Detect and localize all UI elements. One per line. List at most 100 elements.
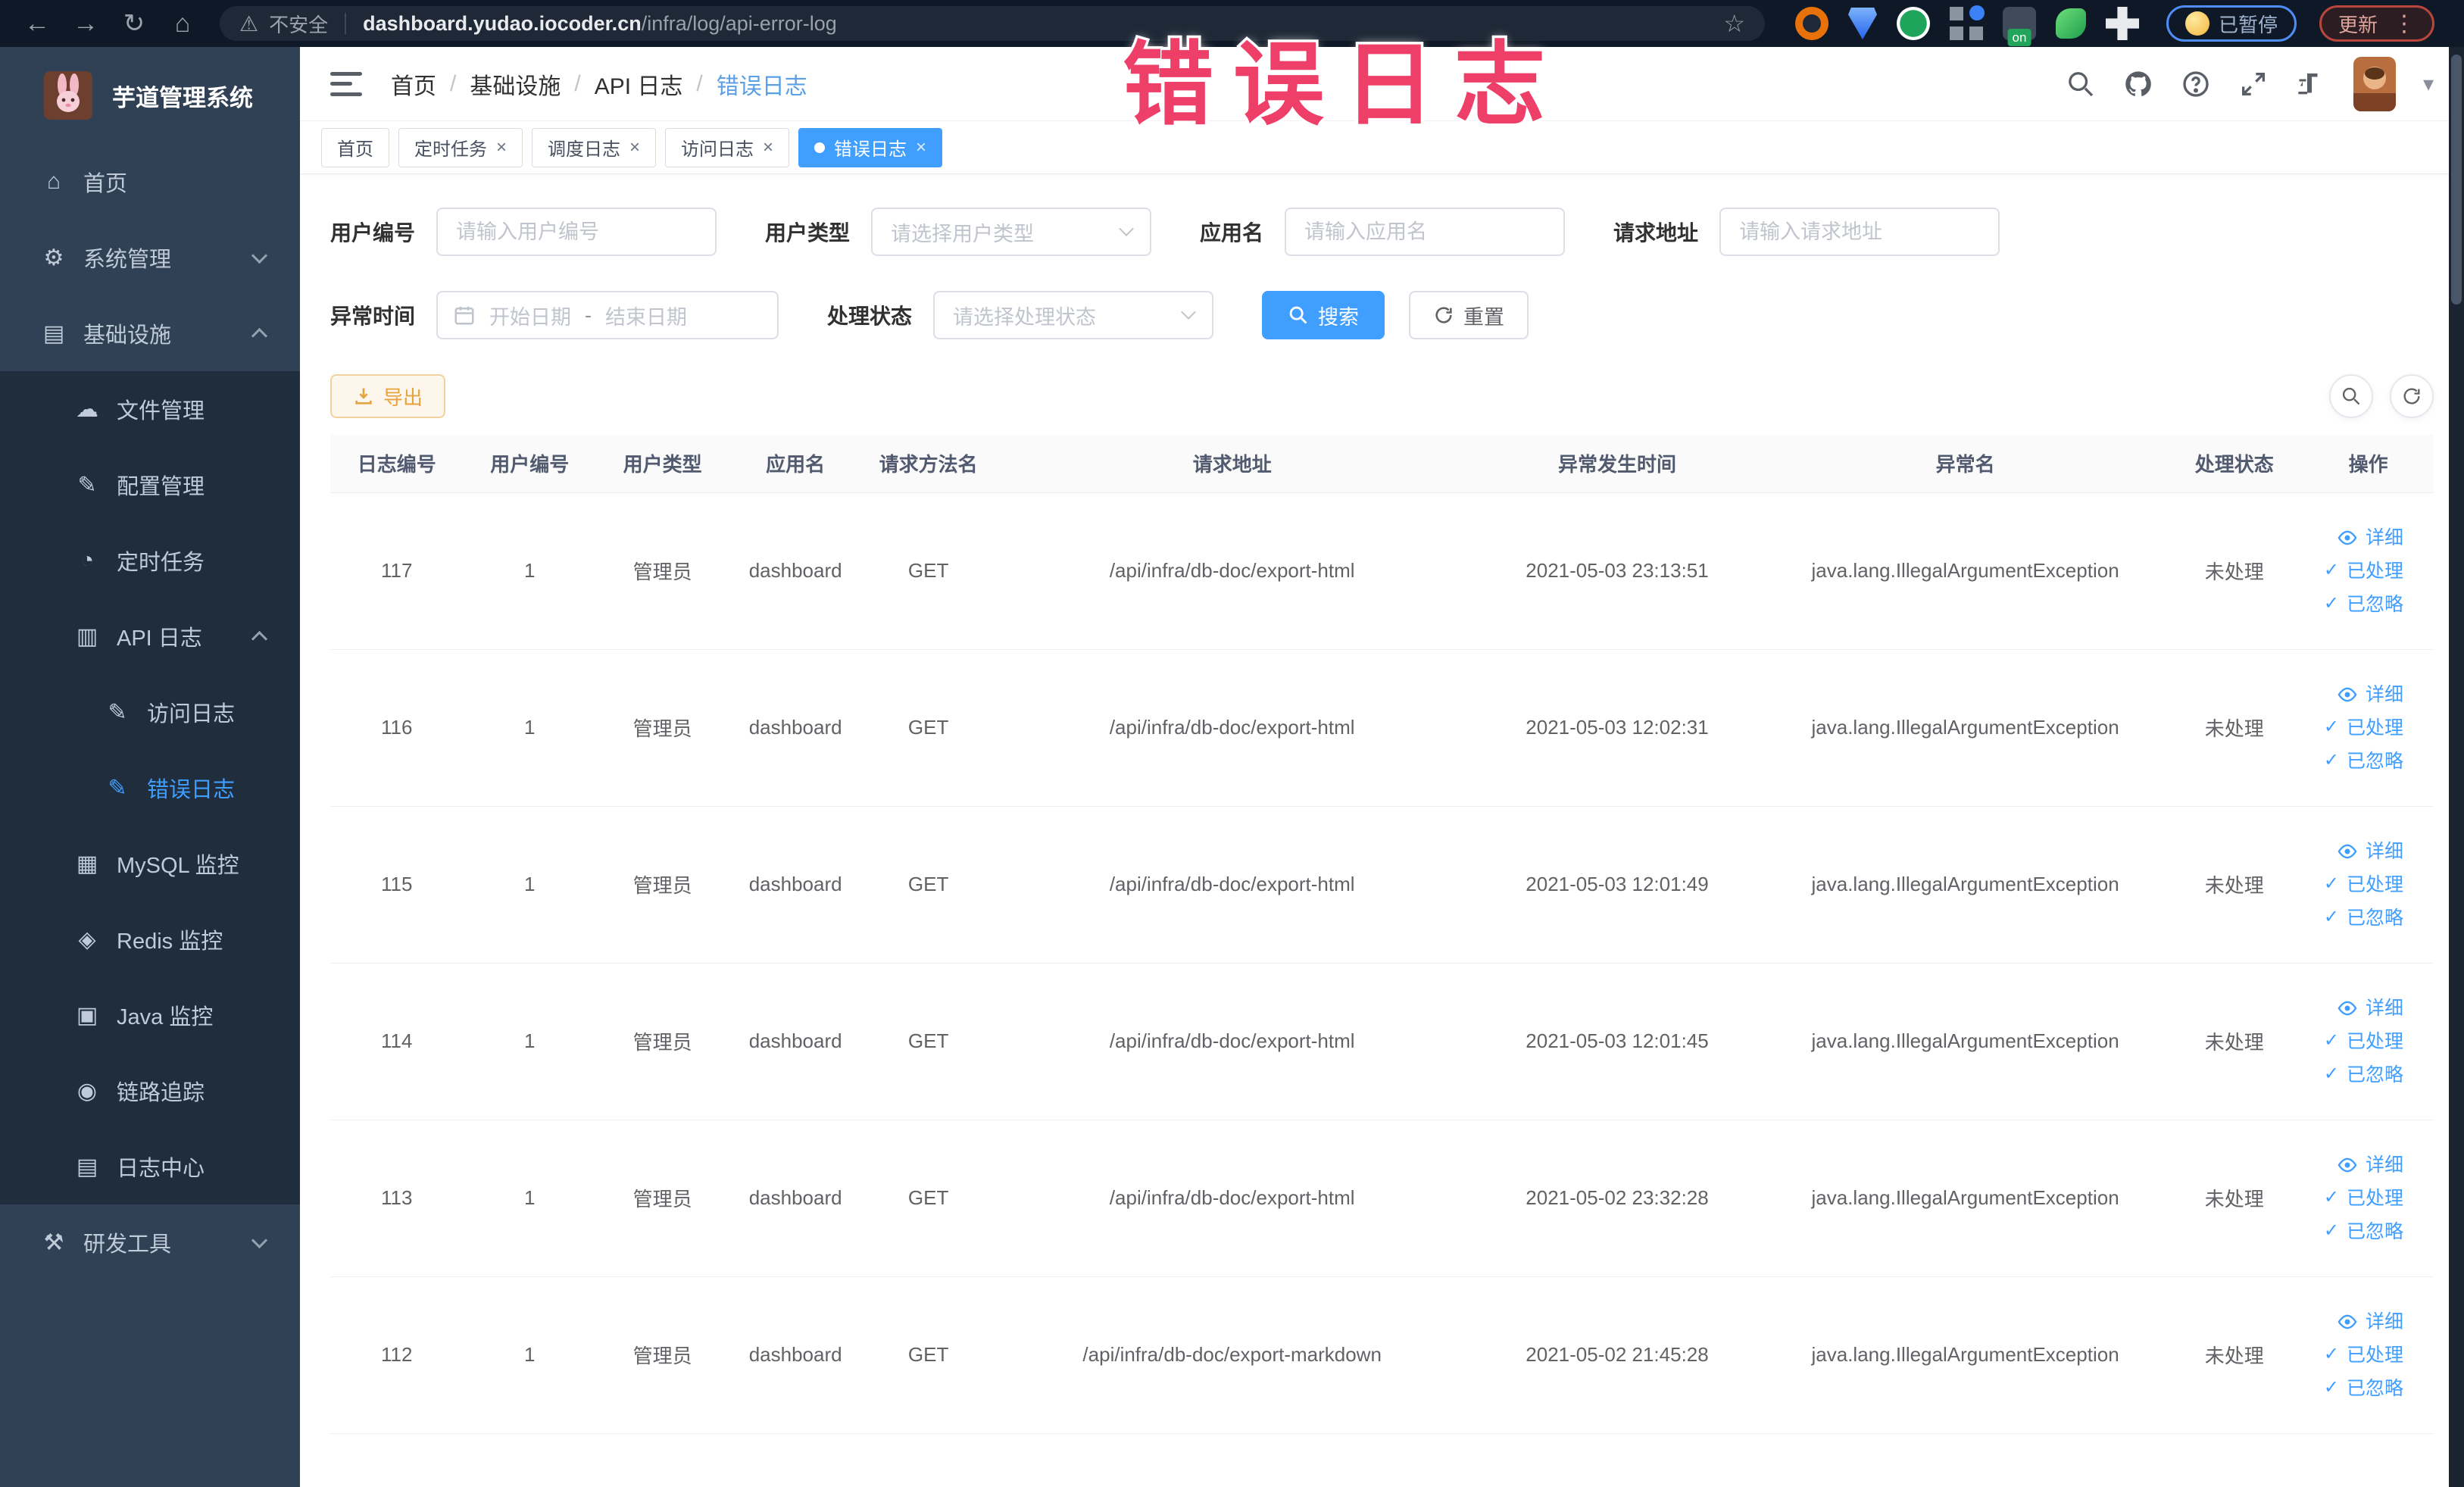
- sidebar-item-研发工具[interactable]: ⚒ 研发工具: [0, 1204, 300, 1280]
- ignored-link[interactable]: ✓ 已忽略: [2303, 750, 2403, 773]
- extension-switch-icon[interactable]: on: [2003, 7, 2036, 46]
- cell-status: 未处理: [2166, 1276, 2303, 1434]
- detail-link[interactable]: 详细: [2303, 526, 2403, 549]
- sidebar-item-基础设施[interactable]: ▤ 基础设施: [0, 295, 300, 371]
- ignored-link[interactable]: ✓ 已忽略: [2303, 593, 2403, 616]
- apilog-icon: ▥: [76, 623, 98, 649]
- tab-错误日志[interactable]: 错误日志 ×: [798, 127, 943, 167]
- date-range-picker[interactable]: 开始日期 - 结束日期: [436, 291, 779, 339]
- sidebar-item-错误日志[interactable]: ✎ 错误日志: [0, 750, 300, 826]
- sidebar-item-Redis 监控[interactable]: ◈ Redis 监控: [0, 901, 300, 977]
- app-logo[interactable]: 芋道管理系统: [0, 47, 300, 144]
- tab-首页[interactable]: 首页: [321, 127, 389, 167]
- table-row: 116 1 管理员 dashboard GET/api/infra/db-doc/exp…: [330, 649, 2434, 807]
- user-id-input[interactable]: [436, 208, 717, 256]
- tab-close-icon[interactable]: ×: [629, 137, 640, 158]
- breadcrumb-item[interactable]: 首页: [391, 67, 436, 101]
- check-icon: ✓: [2323, 1220, 2339, 1242]
- detail-link[interactable]: 详细: [2303, 1154, 2403, 1176]
- ignored-link[interactable]: ✓ 已忽略: [2303, 1220, 2403, 1243]
- detail-link[interactable]: 详细: [2303, 997, 2403, 1020]
- address-bar[interactable]: ⚠ 不安全 dashboard.yudao.iocoder.cn/infra/l…: [220, 6, 1765, 41]
- sidebar-item-访问日志[interactable]: ✎ 访问日志: [0, 674, 300, 750]
- processed-link[interactable]: ✓ 已处理: [2303, 717, 2403, 739]
- cell-method: GET: [861, 963, 995, 1120]
- app-name-input[interactable]: [1285, 208, 1566, 256]
- sidebar-collapse-icon[interactable]: [330, 71, 362, 96]
- tab-close-icon[interactable]: ×: [496, 137, 507, 158]
- sidebar-item-系统管理[interactable]: ⚙ 系统管理: [0, 220, 300, 295]
- processed-link[interactable]: ✓ 已处理: [2303, 1030, 2403, 1053]
- user-type-select[interactable]: 请选择用户类型: [871, 208, 1152, 256]
- paused-chip[interactable]: 已暂停: [2166, 5, 2297, 42]
- sidebar-item-文件管理[interactable]: ☁ 文件管理: [0, 371, 300, 447]
- hide-search-button[interactable]: [2329, 374, 2373, 418]
- eye-icon: [2337, 1314, 2358, 1329]
- search-icon[interactable]: [2066, 69, 2096, 99]
- extension-leaf-icon[interactable]: [2056, 8, 2086, 39]
- filter-row-1: 用户编号 用户类型 请选择用户类型 应用名: [330, 208, 2434, 256]
- extension-shield-icon[interactable]: [1848, 8, 1877, 39]
- db-icon: ▦: [76, 851, 98, 876]
- search-button[interactable]: 搜索: [1262, 291, 1385, 339]
- github-icon[interactable]: [2123, 69, 2153, 99]
- chevron-down-icon[interactable]: ▾: [2423, 71, 2434, 96]
- table-row: 117 1 管理员 dashboard GET/api/infra/db-doc/exp…: [330, 492, 2434, 650]
- sidebar-item-API 日志[interactable]: ▥ API 日志: [0, 598, 300, 674]
- sidebar-item-首页[interactable]: ⌂ 首页: [0, 144, 300, 220]
- sidebar-item-配置管理[interactable]: ✎ 配置管理: [0, 447, 300, 523]
- ignored-link[interactable]: ✓ 已忽略: [2303, 907, 2403, 929]
- help-icon[interactable]: [2181, 69, 2211, 99]
- sidebar-item-MySQL 监控[interactable]: ▦ MySQL 监控: [0, 826, 300, 901]
- cell-user_type: 管理员: [595, 963, 729, 1120]
- bookmark-star-icon[interactable]: ☆: [1723, 9, 1745, 38]
- fullscreen-icon[interactable]: [2238, 69, 2269, 99]
- sidebar-item-链路追踪[interactable]: ◉ 链路追踪: [0, 1053, 300, 1129]
- cell-exception: java.lang.IllegalArgumentException: [1764, 1120, 2166, 1277]
- redis-icon: ◈: [78, 926, 96, 952]
- processed-link[interactable]: ✓ 已处理: [2303, 1344, 2403, 1367]
- detail-link[interactable]: 详细: [2303, 683, 2403, 706]
- sidebar-item-日志中心[interactable]: ▤ 日志中心: [0, 1129, 300, 1204]
- update-button[interactable]: 更新 ⋮: [2319, 5, 2435, 42]
- back-icon[interactable]: ←: [15, 9, 59, 39]
- content: 用户编号 用户类型 请选择用户类型 应用名: [300, 174, 2464, 1487]
- forward-icon[interactable]: →: [64, 9, 108, 39]
- request-url-input[interactable]: [1719, 208, 2000, 256]
- sidebar-item-定时任务[interactable]: ◔ 定时任务: [0, 523, 300, 598]
- process-status-select[interactable]: 请选择处理状态: [933, 291, 1214, 339]
- tab-调度日志[interactable]: 调度日志 ×: [532, 127, 657, 167]
- breadcrumb-item[interactable]: API 日志: [595, 67, 683, 101]
- check-icon: ✓: [2323, 873, 2339, 895]
- extensions-puzzle-icon[interactable]: [2106, 7, 2139, 40]
- breadcrumb-item: 错误日志: [716, 73, 807, 99]
- tab-定时任务[interactable]: 定时任务 ×: [398, 127, 523, 167]
- export-button[interactable]: 导出: [330, 374, 446, 418]
- processed-link[interactable]: ✓ 已处理: [2303, 873, 2403, 896]
- processed-link[interactable]: ✓ 已处理: [2303, 1187, 2403, 1210]
- scrollbar-thumb[interactable]: [2451, 55, 2462, 305]
- ignored-link[interactable]: ✓ 已忽略: [2303, 1377, 2403, 1400]
- extension-orange-icon[interactable]: [1795, 7, 1828, 40]
- security-warning-icon[interactable]: ⚠: [239, 11, 258, 36]
- font-size-icon[interactable]: [2296, 69, 2326, 99]
- breadcrumb-item[interactable]: 基础设施: [470, 67, 561, 101]
- ignored-link[interactable]: ✓ 已忽略: [2303, 1064, 2403, 1086]
- avatar[interactable]: [2353, 56, 2396, 111]
- browser-menu-icon[interactable]: ⋮: [2393, 11, 2416, 37]
- reset-button[interactable]: 重置: [1409, 291, 1529, 339]
- detail-link[interactable]: 详细: [2303, 1310, 2403, 1333]
- reload-icon[interactable]: ↻: [112, 8, 156, 39]
- home-icon[interactable]: ⌂: [161, 9, 205, 39]
- extension-grid-icon[interactable]: [1950, 5, 1985, 40]
- tab-close-icon[interactable]: ×: [763, 137, 773, 158]
- sidebar-item-Java 监控[interactable]: ▣ Java 监控: [0, 977, 300, 1053]
- processed-link[interactable]: ✓ 已处理: [2303, 560, 2403, 583]
- refresh-table-button[interactable]: [2390, 374, 2434, 418]
- tab-访问日志[interactable]: 访问日志 ×: [665, 127, 790, 167]
- detail-link[interactable]: 详细: [2303, 840, 2403, 863]
- cell-time: 2021-05-03 12:01:49: [1469, 806, 1765, 964]
- extension-green-icon[interactable]: [1897, 7, 1930, 40]
- cell-app_name: dashboard: [729, 1120, 862, 1277]
- tab-close-icon[interactable]: ×: [916, 137, 926, 158]
